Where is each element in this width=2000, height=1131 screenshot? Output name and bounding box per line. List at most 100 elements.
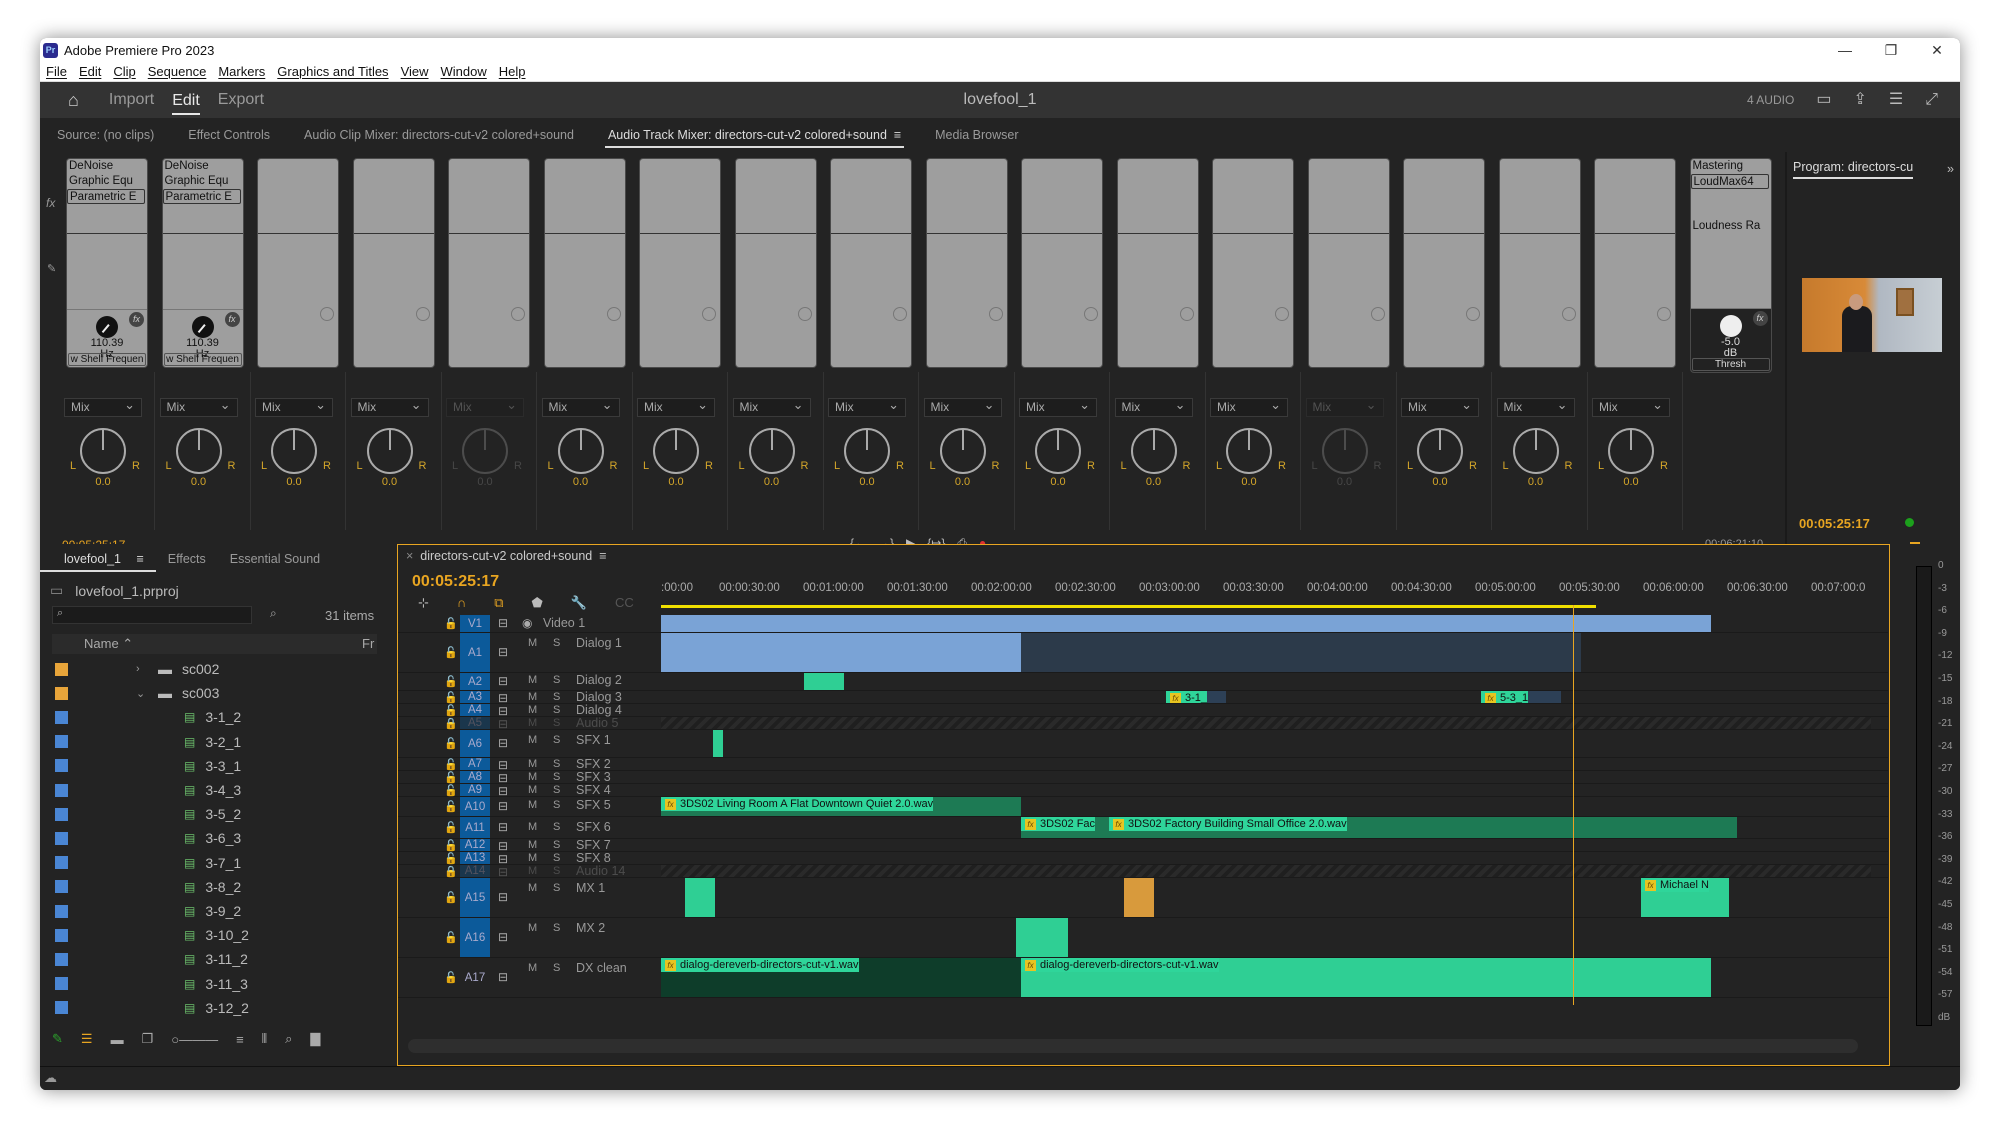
fx-slot[interactable] (1404, 219, 1480, 234)
fx-slot[interactable]: Graphic Equ (67, 174, 143, 189)
sync-lock-icon[interactable]: ⊟ (498, 930, 508, 944)
zoom-slider[interactable]: ○——— (171, 1032, 218, 1047)
unlock-icon[interactable]: 🔓 (444, 617, 458, 630)
tab-effect-controls[interactable]: Effect Controls (171, 118, 287, 152)
more-panels-icon[interactable]: » (1947, 162, 1954, 176)
new-bin-icon[interactable]: ▇ (310, 1031, 320, 1047)
automation-mode-select[interactable]: Mix (159, 396, 238, 417)
fx-slot[interactable] (449, 159, 525, 174)
video-clip[interactable] (661, 615, 1711, 632)
fx-rack[interactable] (448, 158, 530, 368)
sync-lock-icon[interactable]: ⊟ (498, 784, 508, 798)
label-color-swatch[interactable] (55, 904, 68, 918)
chevron-down-icon[interactable]: ⌄ (136, 687, 150, 700)
automation-mode-select[interactable]: Mix (255, 396, 333, 417)
fx-rack[interactable] (1021, 158, 1103, 368)
timeline-scrollbar[interactable] (408, 1039, 1858, 1053)
fx-param-knob[interactable] (191, 316, 214, 338)
master-fx-rack[interactable]: Mastering LoudMax64 Loudness Ra fx -5.0 dB Thr… (1689, 158, 1772, 373)
menu-file[interactable]: File (46, 64, 67, 79)
fx-slot[interactable] (640, 159, 716, 174)
workspace-label[interactable]: 4 AUDIO (1747, 93, 1794, 107)
fx-param-knob[interactable] (96, 316, 118, 338)
track-target[interactable]: A5 (460, 717, 490, 729)
restore-button[interactable]: ❐ (1868, 42, 1914, 59)
fx-slot[interactable] (831, 219, 907, 234)
tab-project[interactable]: lovefool_1 ≡ (40, 552, 156, 572)
fx-slot[interactable] (831, 204, 907, 219)
label-color-swatch[interactable] (55, 831, 68, 845)
automation-mode-select[interactable]: Mix (1019, 396, 1097, 417)
fx-slot[interactable] (1118, 189, 1194, 204)
fx-slot[interactable] (354, 189, 430, 204)
track-target[interactable]: A11 (460, 817, 490, 838)
freeform-view-icon[interactable]: ❐ (142, 1031, 154, 1047)
fx-slot[interactable] (1595, 219, 1671, 234)
solo-button[interactable]: S (553, 758, 560, 770)
audio-clip[interactable] (1124, 878, 1154, 917)
pan-knob[interactable] (1035, 428, 1081, 474)
sync-lock-icon[interactable]: ⊟ (498, 691, 508, 705)
project-sequence[interactable]: ▤ 3-12_2 (50, 996, 380, 1020)
tab-media-browser[interactable]: Media Browser (918, 118, 1035, 152)
sequence-tab[interactable]: × directors-cut-v2 colored+sound ≡ (406, 549, 606, 563)
automation-mode-select[interactable]: Mix (828, 396, 906, 417)
fx-slot[interactable]: Graphic Equ (163, 174, 239, 189)
fx-slot[interactable]: LoudMax64 (1690, 174, 1769, 189)
write-icon[interactable]: ✎ (52, 1031, 63, 1047)
video-clip[interactable] (1711, 615, 1733, 632)
fx-slot[interactable] (640, 219, 716, 234)
pan-knob[interactable] (1608, 428, 1654, 474)
label-color-swatch[interactable] (55, 735, 68, 749)
project-sequence[interactable]: ▤ 3-10_2 (50, 923, 380, 947)
unlock-icon[interactable]: 🔓 (444, 771, 458, 784)
menu-clip[interactable]: Clip (113, 64, 135, 79)
mute-button[interactable]: M (528, 674, 537, 686)
fx-slot[interactable] (1691, 204, 1767, 219)
search-icon[interactable]: ⌕ (285, 1031, 292, 1047)
fx-slot[interactable] (640, 189, 716, 204)
track-target[interactable]: A3 (460, 691, 490, 703)
audio-clip[interactable]: fx 3DS02 Fac (1021, 817, 1109, 838)
eye-icon[interactable]: ◉ (522, 616, 532, 630)
project-sequence[interactable]: ▤ 3-11_3 (50, 972, 380, 996)
automation-mode-select[interactable]: Mix (64, 396, 142, 417)
fx-slot[interactable] (449, 174, 525, 189)
fx-slot[interactable] (1404, 204, 1480, 219)
fx-slot[interactable] (1118, 204, 1194, 219)
automation-mode-select[interactable]: Mix (541, 396, 620, 417)
sync-lock-icon[interactable]: ⊟ (498, 820, 508, 834)
pan-knob[interactable] (1512, 428, 1559, 474)
linked-selection-icon[interactable]: ⧉ (494, 595, 503, 611)
unlock-icon[interactable]: 🔓 (444, 891, 458, 904)
audio-clip[interactable] (713, 730, 723, 757)
unlock-icon[interactable]: 🔓 (444, 704, 458, 717)
sync-lock-icon[interactable]: ⊟ (498, 771, 508, 785)
tab-effects[interactable]: Effects (156, 552, 218, 566)
fx-slot[interactable] (1309, 204, 1385, 219)
pan-knob[interactable] (366, 428, 413, 474)
fx-slot[interactable] (258, 189, 334, 204)
fx-rack[interactable] (1498, 158, 1581, 368)
minimize-button[interactable]: — (1822, 42, 1868, 59)
solo-button[interactable]: S (553, 882, 560, 894)
fx-slot[interactable]: DeNoise (163, 159, 239, 174)
track-target[interactable]: A6 (460, 730, 490, 757)
audio-clip[interactable]: fx Michael N (1641, 878, 1729, 917)
fx-slot[interactable] (927, 189, 1003, 204)
menu-help[interactable]: Help (499, 64, 526, 79)
pan-knob[interactable] (175, 428, 222, 474)
label-color-swatch[interactable] (55, 880, 68, 894)
column-name[interactable]: Name ⌃ (84, 636, 133, 652)
fx-rack[interactable] (257, 158, 339, 368)
track-target[interactable]: A17 (460, 958, 490, 997)
fx-slot[interactable] (258, 174, 334, 189)
unlock-icon[interactable]: 🔓 (444, 737, 458, 750)
find-icon[interactable]: ⌕ (270, 606, 277, 621)
fx-slot[interactable] (1595, 204, 1671, 219)
mute-button[interactable]: M (528, 734, 537, 746)
fx-slot[interactable]: Parametric E (67, 189, 145, 204)
fx-slot[interactable] (831, 159, 907, 174)
timeline-timecode[interactable]: 00:05:25:17 (412, 573, 499, 591)
label-color-swatch[interactable] (55, 977, 68, 991)
